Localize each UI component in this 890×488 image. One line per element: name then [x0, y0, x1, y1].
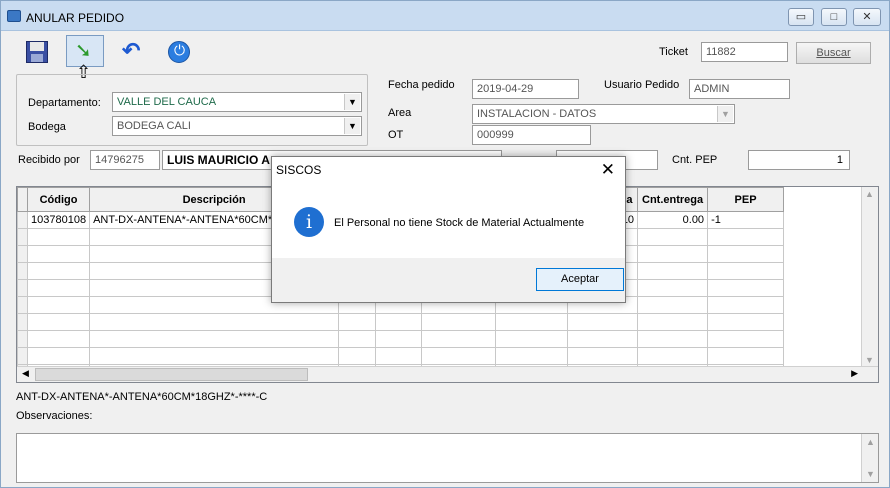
title-bar: ANULAR PEDIDO ▭ □ ✕	[1, 1, 889, 31]
power-icon[interactable]: ⏻	[165, 38, 193, 66]
fecha-label: Fecha pedido	[388, 79, 455, 91]
usuario-field[interactable]: ADMIN	[689, 79, 790, 99]
grid-horizontal-scrollbar[interactable]: ◀ ▶	[17, 366, 878, 382]
close-button[interactable]: ✕	[853, 8, 881, 26]
scroll-thumb[interactable]	[35, 368, 308, 381]
observaciones-label: Observaciones:	[16, 410, 93, 422]
scroll-left-icon[interactable]: ◀	[22, 368, 29, 379]
bodega-select[interactable]: BODEGA CALI ▼	[112, 116, 362, 136]
table-row[interactable]	[17, 347, 785, 365]
fecha-field[interactable]: 2019-04-29	[472, 79, 579, 99]
chevron-down-icon: ▼	[344, 118, 360, 134]
scroll-down-icon[interactable]: ▼	[866, 469, 875, 479]
dialog-footer: Aceptar	[272, 258, 625, 302]
ot-label: OT	[388, 129, 404, 141]
observaciones-textarea[interactable]: ▲ ▼	[16, 433, 879, 483]
area-select[interactable]: INSTALACION - DATOS ▼	[472, 104, 735, 124]
info-icon: i	[294, 207, 324, 237]
col-pep[interactable]: PEP	[707, 187, 785, 212]
dialog-message: El Personal no tiene Stock de Material A…	[334, 217, 585, 229]
ticket-label: Ticket	[659, 46, 688, 58]
col-codigo[interactable]: Código	[26, 187, 91, 212]
observaciones-scrollbar[interactable]: ▲ ▼	[861, 434, 878, 482]
grid-vertical-scrollbar[interactable]: ▲ ▼	[861, 187, 878, 367]
message-dialog: SISCOS ✕ i El Personal no tiene Stock de…	[271, 156, 626, 303]
dialog-title: SISCOS	[276, 163, 322, 177]
selected-description: ANT-DX-ANTENA*-ANTENA*60CM*18GHZ*-****-C	[16, 391, 268, 403]
dialog-close-icon[interactable]: ✕	[601, 160, 615, 180]
scroll-right-icon[interactable]: ▶	[851, 368, 858, 379]
arrow-down-right-icon: ➘	[75, 40, 92, 62]
minimize-button[interactable]: ▭	[788, 8, 814, 26]
cell-codigo[interactable]: 103780108	[26, 211, 91, 229]
scroll-down-icon[interactable]: ▼	[865, 355, 874, 365]
undo-icon[interactable]: ↶	[118, 38, 146, 66]
chevron-down-icon: ▼	[344, 94, 360, 110]
window-title: ANULAR PEDIDO	[26, 11, 125, 25]
ot-field[interactable]: 000999	[472, 125, 591, 145]
cell-pep[interactable]: -1	[707, 211, 785, 229]
search-button[interactable]: Buscar	[796, 42, 871, 64]
scroll-up-icon[interactable]: ▲	[866, 437, 875, 447]
bodega-label: Bodega	[28, 121, 66, 133]
maximize-button[interactable]: □	[821, 8, 847, 26]
col-cnt-entrega[interactable]: Cnt.entrega	[637, 187, 709, 212]
chevron-down-icon: ▼	[717, 106, 733, 122]
app-icon	[7, 10, 21, 22]
cnt-pep-label: Cnt. PEP	[672, 154, 718, 166]
recibido-id-field[interactable]: 14796275	[90, 150, 160, 170]
departamento-label: Departamento:	[28, 97, 101, 109]
row-header-corner	[17, 187, 28, 212]
area-label: Area	[388, 107, 412, 119]
recibido-label: Recibido por	[18, 154, 80, 166]
usuario-label: Usuario Pedido	[604, 79, 680, 91]
scroll-up-icon[interactable]: ▲	[865, 189, 874, 199]
table-row[interactable]	[17, 330, 785, 348]
cell-cnt-entrega[interactable]: 0.00	[637, 211, 709, 229]
departamento-select[interactable]: VALLE DEL CAUCA ▼	[112, 92, 362, 112]
table-row[interactable]	[17, 313, 785, 331]
accept-button[interactable]: Aceptar	[536, 268, 624, 291]
cnt-pep-field[interactable]: 1	[748, 150, 850, 170]
save-icon[interactable]	[23, 38, 51, 66]
ticket-field[interactable]: 11882	[701, 42, 788, 62]
main-window: ANULAR PEDIDO ▭ □ ✕ ➘ ⇧ ↶ ⏻ Ticket 11882…	[0, 0, 890, 488]
